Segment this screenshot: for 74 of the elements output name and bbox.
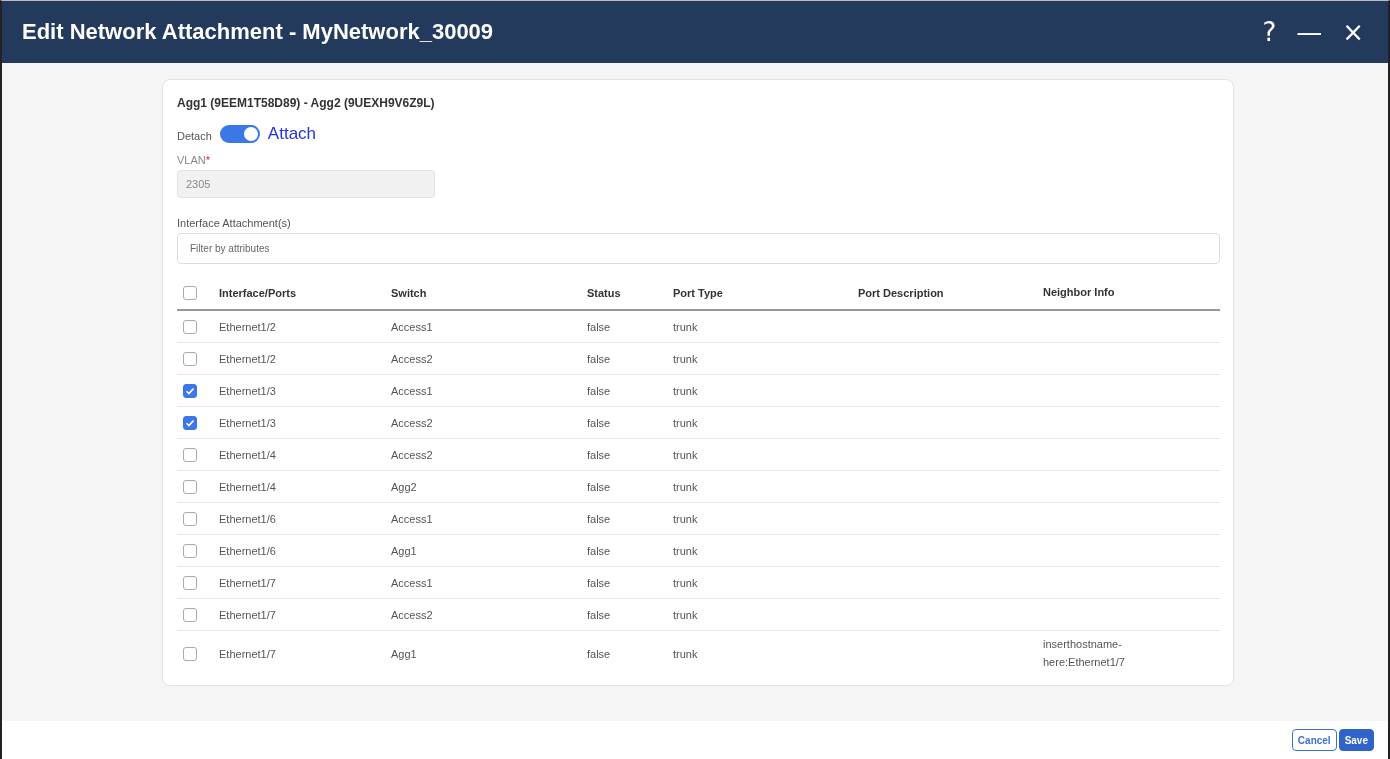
table-cell: false xyxy=(587,352,611,365)
table-cell: Access2 xyxy=(391,416,433,429)
table-cell: trunk xyxy=(673,480,698,493)
pair-title: Agg1 (9EEM1T58D89) - Agg2 (9UEXH9V6Z9L) xyxy=(177,96,436,110)
table-cell: false xyxy=(587,320,611,333)
table-cell: Agg1 xyxy=(391,544,417,557)
table-cell: Ethernet1/6 xyxy=(219,512,276,525)
table-cell: Access1 xyxy=(391,512,433,525)
table-cell: trunk xyxy=(673,320,698,333)
cancel-button[interactable]: Cancel xyxy=(1291,729,1337,751)
table-cell: trunk xyxy=(673,416,698,429)
table-cell: false xyxy=(587,648,611,660)
table-cell: trunk xyxy=(673,544,698,557)
table-cell: Ethernet1/2 xyxy=(219,352,276,365)
window-title: Edit Network Attachment - MyNetwork_30009 xyxy=(22,19,494,45)
table-cell: trunk xyxy=(673,352,698,365)
table-cell: trunk xyxy=(673,448,698,461)
detach-label: Detach xyxy=(177,130,212,142)
table-cell: Ethernet1/7 xyxy=(219,648,276,660)
column-header: Neighbor Info xyxy=(1043,284,1116,300)
row-checkbox[interactable] xyxy=(183,607,197,622)
attach-label: Attach xyxy=(267,124,317,144)
column-header: Status xyxy=(587,286,622,299)
table-cell: false xyxy=(587,480,611,493)
table-cell: Ethernet1/3 xyxy=(219,416,276,429)
table-cell: Ethernet1/2 xyxy=(219,320,276,333)
column-header: Interface/Ports xyxy=(219,286,298,299)
table-cell: false xyxy=(587,512,611,525)
table-cell: trunk xyxy=(673,576,698,589)
table-cell: false xyxy=(587,384,611,397)
table-cell: Ethernet1/7 xyxy=(219,608,276,621)
vlan-label: VLAN xyxy=(177,154,206,166)
table-cell: Access2 xyxy=(391,448,433,461)
row-checkbox[interactable] xyxy=(183,511,197,526)
row-checkbox[interactable] xyxy=(183,647,197,661)
table-cell: false xyxy=(587,416,611,429)
table-cell: Agg2 xyxy=(391,480,417,493)
column-header: Switch xyxy=(391,286,428,299)
table-cell: Ethernet1/7 xyxy=(219,576,276,589)
attach-toggle[interactable] xyxy=(219,125,260,143)
table-cell: false xyxy=(587,544,611,557)
row-checkbox[interactable] xyxy=(183,351,197,366)
table-cell: Access1 xyxy=(391,576,433,589)
row-checkbox[interactable] xyxy=(183,575,197,590)
table-cell: trunk xyxy=(673,608,698,621)
table-cell: false xyxy=(587,608,611,621)
table-cell: trunk xyxy=(673,648,698,660)
column-header: Port Type xyxy=(673,286,724,299)
row-checkbox[interactable] xyxy=(183,479,197,494)
table-cell: false xyxy=(587,576,611,589)
row-checkbox[interactable] xyxy=(183,447,197,462)
table-cell: inserthostname-here:Ethernet1/7 xyxy=(1043,638,1125,668)
table-cell: Ethernet1/3 xyxy=(219,384,276,397)
interface-attachments-label: Interface Attachment(s) xyxy=(177,217,292,229)
row-checkbox[interactable] xyxy=(183,383,197,398)
table-cell: Access2 xyxy=(391,608,433,621)
table-cell: trunk xyxy=(673,384,698,397)
save-button[interactable]: Save xyxy=(1338,729,1374,751)
required-mark: * xyxy=(205,154,211,166)
filter-field[interactable]: Filter by attributes xyxy=(177,233,1220,264)
table-cell: false xyxy=(587,448,611,461)
table-cell: Ethernet1/4 xyxy=(219,448,276,461)
table-cell: Ethernet1/4 xyxy=(219,480,276,493)
select-all-checkbox[interactable] xyxy=(183,285,197,300)
table-cell: Agg1 xyxy=(391,648,417,660)
row-checkbox[interactable] xyxy=(183,543,197,558)
table-cell: Ethernet1/6 xyxy=(219,544,276,557)
table-cell: Access2 xyxy=(391,352,433,365)
table-cell: Access1 xyxy=(391,384,433,397)
table-cell: trunk xyxy=(673,512,698,525)
row-checkbox[interactable] xyxy=(183,319,197,334)
row-checkbox[interactable] xyxy=(183,415,197,430)
column-header: Port Description xyxy=(858,286,945,299)
table-cell: Access1 xyxy=(391,320,433,333)
